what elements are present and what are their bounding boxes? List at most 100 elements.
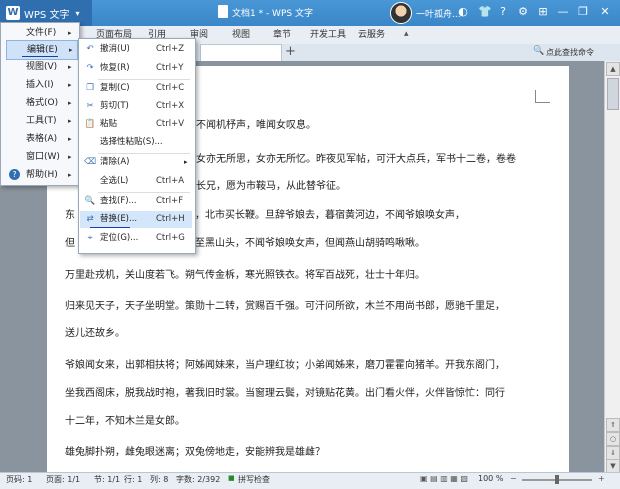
shirt-icon[interactable]: 👕 <box>478 5 492 19</box>
replace-icon: ⇄ <box>86 214 94 224</box>
scroll-up-icon[interactable]: ▲ <box>606 62 620 76</box>
redo-icon: ↷ <box>86 63 94 73</box>
maximize-icon[interactable]: ❐ <box>576 5 590 19</box>
scroll-page-up-icon[interactable]: ⇑ <box>606 418 620 432</box>
menu-item-label: 帮助(H) <box>26 170 58 180</box>
menu-item-label: 视图(V) <box>26 62 58 72</box>
edit-goto[interactable]: ⌖ 定位(G)... Ctrl+G <box>80 230 192 247</box>
paragraph-line[interactable]: 爷娘闻女来，出郭相扶将；阿姊闻妹来，当户理红妆；小弟闻姊来，磨刀霍霍向猪羊。开我… <box>65 356 505 371</box>
paragraph-line[interactable]: 雄兔脚扑朔，雌兔眼迷离；双兔傍地走，安能辨我是雄雌？ <box>65 443 325 458</box>
zoom-slider-thumb[interactable] <box>555 475 559 484</box>
edit-paste[interactable]: 📋 粘贴 Ctrl+V <box>80 116 192 133</box>
eraser-icon: ⌫ <box>84 157 97 167</box>
menu-item-label: 粘贴 <box>100 119 118 129</box>
view-mode-icons[interactable]: ▣ ▤ ▥ ▦ ▧ <box>420 474 468 483</box>
annotation-underline <box>90 227 130 228</box>
app-menu-window[interactable]: 窗口(W) ▸ <box>6 148 76 166</box>
paragraph-line[interactable]: 万里赴戎机，关山度若飞。朔气传金柝，寒光照铁衣。将军百战死，壮士十年归。 <box>65 266 425 281</box>
settings-icon[interactable]: ⚙ <box>516 5 530 19</box>
paragraph-line[interactable]: 归来见天子，天子坐明堂。策勋十二转，赏赐百千强。可汗问所欲，木兰不用尚书郎，愿驰… <box>65 297 505 312</box>
search-icon[interactable]: 🔍 <box>533 46 544 56</box>
menu-item-label: 恢复(R) <box>100 63 130 73</box>
menu-item-label: 撤消(U) <box>100 44 130 54</box>
margin-corner-mark <box>535 90 550 103</box>
spell-check-icon[interactable]: ■ <box>228 474 235 482</box>
menu-item-label: 复制(C) <box>100 83 130 93</box>
scroll-down-icon[interactable]: ▼ <box>606 459 620 473</box>
app-menu-tools[interactable]: 工具(T) ▸ <box>6 112 76 130</box>
menu-item-label: 格式(O) <box>26 98 59 108</box>
edit-cut[interactable]: ✂ 剪切(T) Ctrl+X <box>80 98 192 115</box>
edit-select-all[interactable]: 全选(L) Ctrl+A <box>80 173 192 190</box>
paragraph-line[interactable]: 。不闻机杼声，唯闻女叹息。 <box>186 116 316 131</box>
edit-paste-special[interactable]: 选择性粘贴(S)... <box>80 134 192 151</box>
submenu-arrow-icon: ▸ <box>68 99 72 107</box>
document-tab[interactable] <box>200 44 282 62</box>
menu-item-shortcut: Ctrl+Y <box>156 63 184 73</box>
scroll-page-down-icon[interactable]: ⇓ <box>606 446 620 460</box>
help-search-input[interactable]: 点此查找命令 <box>546 47 594 58</box>
menu-item-label: 表格(A) <box>26 134 58 144</box>
zoom-in-icon[interactable]: + <box>598 474 605 483</box>
paragraph-line[interactable]: 坐我西阁床，脱我战时袍，著我旧时裳。当窗理云鬓，对镜贴花黄。出门看火伴，火伴皆惊… <box>65 384 505 399</box>
goto-icon: ⌖ <box>87 233 93 243</box>
app-menu-edit[interactable]: 编辑(E) ▸ <box>6 40 78 60</box>
ribbon-collapse-icon[interactable]: ▴ <box>404 29 409 39</box>
edit-find[interactable]: 🔍 查找(F)... Ctrl+F <box>80 193 192 210</box>
app-menu-insert[interactable]: 插入(I) ▸ <box>6 76 76 94</box>
menu-item-label: 窗口(W) <box>26 152 60 162</box>
status-pages[interactable]: 页面: 1/1 <box>46 474 80 485</box>
notification-icon[interactable]: ⊞ <box>536 5 550 19</box>
menu-item-label: 定位(G)... <box>100 233 139 243</box>
menu-item-shortcut: Ctrl+F <box>156 196 184 206</box>
submenu-arrow-icon: ▸ <box>68 171 72 179</box>
tab-developer[interactable]: 开发工具 <box>310 27 346 43</box>
menu-item-label: 全选(L) <box>100 176 129 186</box>
menu-item-label: 清除(A) <box>100 157 130 167</box>
help-icon[interactable]: ? <box>496 5 510 19</box>
app-menu-format[interactable]: 格式(O) ▸ <box>6 94 76 112</box>
scrollbar-thumb[interactable] <box>607 78 619 110</box>
minimize-icon[interactable]: — <box>556 5 570 19</box>
menu-item-shortcut: Ctrl+C <box>156 83 185 93</box>
submenu-arrow-icon: ▸ <box>68 81 72 89</box>
scroll-select-icon[interactable]: ○ <box>606 432 620 446</box>
app-menu-help[interactable]: ? 帮助(H) ▸ <box>6 166 76 184</box>
paragraph-line[interactable]: 长兄，愿为市鞍马，从此替爷征。 <box>196 177 346 192</box>
paragraph-line[interactable]: 送儿还故乡。 <box>65 324 125 339</box>
annotation-underline <box>22 56 58 57</box>
submenu-arrow-icon: ▸ <box>184 158 188 166</box>
edit-clear[interactable]: ⌫ 清除(A) ▸ <box>80 154 192 171</box>
tab-cloud[interactable]: 云服务 <box>358 27 385 43</box>
app-menu-table[interactable]: 表格(A) ▸ <box>6 130 76 148</box>
status-word-count[interactable]: 字数: 2/392 <box>176 474 220 485</box>
status-spell-check[interactable]: 拼写检查 <box>238 474 270 485</box>
status-col: 列: 8 <box>150 475 169 484</box>
zoom-level[interactable]: 100 % <box>478 474 503 483</box>
edit-undo[interactable]: ↶ 撤消(U) Ctrl+Z <box>80 41 192 58</box>
clipboard-icon: 📋 <box>84 119 96 129</box>
skin-icon[interactable]: ◐ <box>456 5 470 19</box>
user-name[interactable]: 一叶孤舟... <box>416 7 461 20</box>
edit-replace[interactable]: ⇄ 替换(E)... Ctrl+H <box>80 211 192 228</box>
status-page-number: 页码: 1 <box>6 475 33 484</box>
chevron-down-icon: ▾ <box>75 8 80 18</box>
tab-chapter[interactable]: 章节 <box>273 27 291 43</box>
submenu-arrow-icon: ▸ <box>68 117 72 125</box>
edit-redo[interactable]: ↷ 恢复(R) Ctrl+Y <box>80 60 192 77</box>
menu-item-shortcut: Ctrl+Z <box>156 44 185 54</box>
tab-view[interactable]: 视图 <box>232 27 250 43</box>
zoom-out-icon[interactable]: − <box>510 474 517 483</box>
vertical-scrollbar[interactable] <box>604 61 620 472</box>
app-menu-view[interactable]: 视图(V) ▸ <box>6 58 76 76</box>
scissors-icon: ✂ <box>86 101 94 111</box>
submenu-arrow-icon: ▸ <box>69 46 73 54</box>
new-tab-plus-icon[interactable]: + <box>285 44 296 59</box>
paragraph-line[interactable]: 女亦无所思，女亦无所忆。昨夜见军帖，可汗大点兵，军书十二卷，卷卷 <box>196 150 516 165</box>
paragraph-line[interactable]: 十二年，不知木兰是女郎。 <box>65 412 185 427</box>
menu-item-label: 工具(T) <box>26 116 57 126</box>
menu-item-label: 插入(I) <box>26 80 54 90</box>
avatar[interactable] <box>390 2 412 24</box>
edit-copy[interactable]: ❐ 复制(C) Ctrl+C <box>80 80 192 97</box>
close-icon[interactable]: ✕ <box>598 5 612 19</box>
